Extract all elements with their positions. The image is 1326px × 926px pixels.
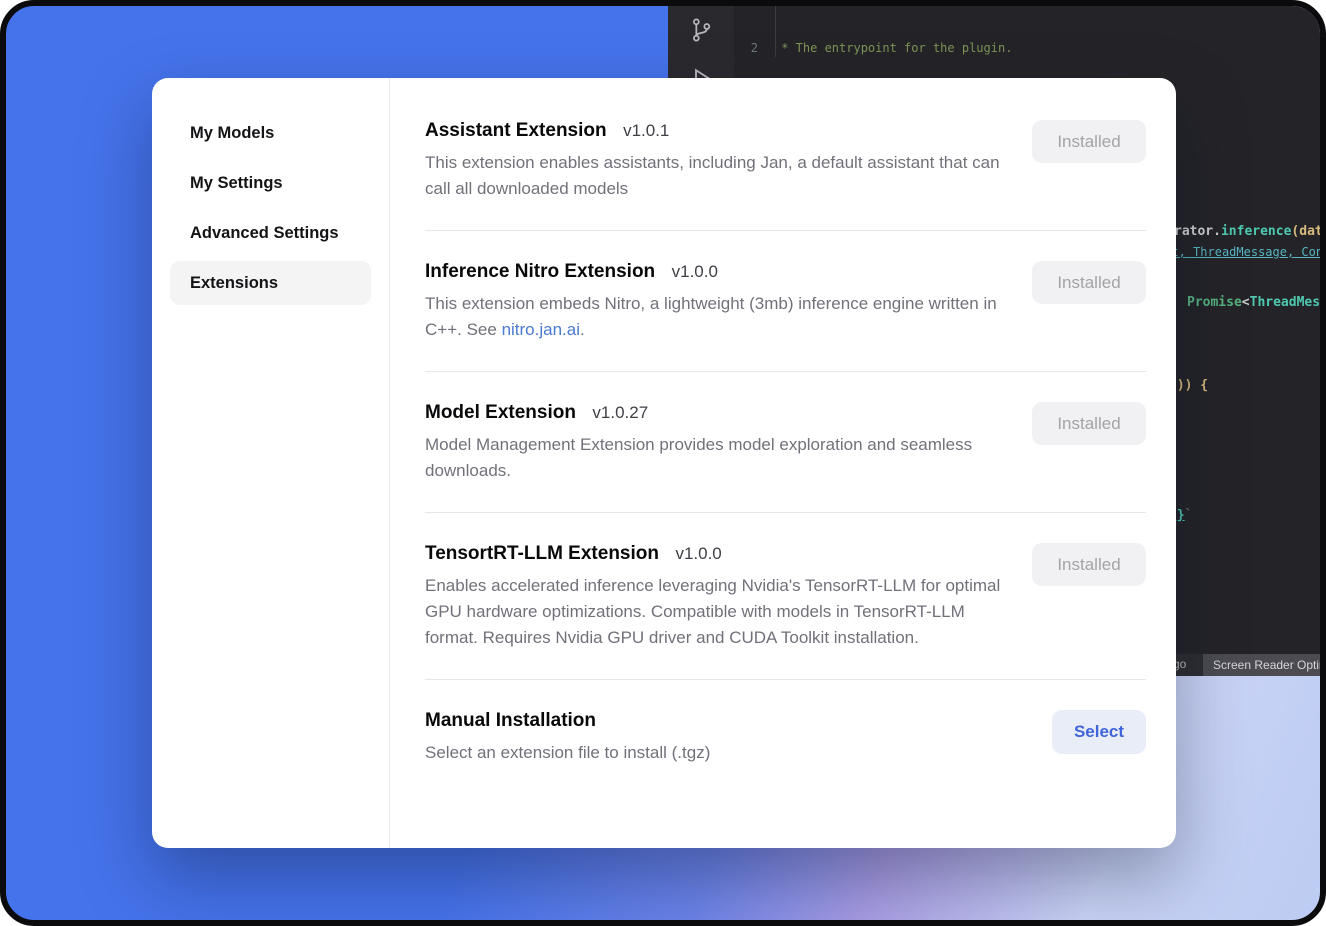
settings-modal: My Models My Settings Advanced Settings … xyxy=(152,78,1176,848)
manual-installation-title: Manual Installation xyxy=(425,710,596,731)
extension-description: Enables accelerated inference leveraging… xyxy=(425,573,1005,651)
code-fragment: rator.inference(data)); xyxy=(1174,224,1320,239)
extension-name: TensortRT-LLM Extension xyxy=(425,543,659,564)
extension-description: This extension enables assistants, inclu… xyxy=(425,150,1005,202)
sidebar-item-my-models[interactable]: My Models xyxy=(170,108,371,158)
extension-title-line: Manual Installation xyxy=(425,710,710,732)
extension-row-tensorrt: TensortRT-LLM Extension v1.0.0 Enables a… xyxy=(425,513,1146,680)
source-control-icon[interactable] xyxy=(687,16,715,44)
installed-button[interactable]: Installed xyxy=(1032,120,1146,163)
extension-row-nitro: Inference Nitro Extension v1.0.0 This ex… xyxy=(425,231,1146,372)
extension-title-line: TensortRT-LLM Extension v1.0.0 xyxy=(425,543,1005,565)
code-line: 2 * The entrypoint for the plugin. xyxy=(734,40,1320,57)
description-text: . xyxy=(580,320,585,339)
extension-version: v1.0.0 xyxy=(672,262,718,281)
sidebar-item-label: Extensions xyxy=(190,274,278,293)
extension-name: Assistant Extension xyxy=(425,120,607,141)
extension-name: Inference Nitro Extension xyxy=(425,261,655,282)
extension-title-line: Assistant Extension v1.0.1 xyxy=(425,120,1005,142)
extensions-list: Assistant Extension v1.0.1 This extensio… xyxy=(425,78,1146,848)
extension-name: Model Extension xyxy=(425,402,576,423)
gradient-background: 2 * The entrypoint for the plugin. 3 */ … xyxy=(0,0,1326,926)
extension-description: Model Management Extension provides mode… xyxy=(425,432,1005,484)
line-number: 2 xyxy=(734,40,758,57)
extension-version: v1.0.0 xyxy=(675,544,721,563)
screenshot-canvas: 2 * The entrypoint for the plugin. 3 */ … xyxy=(0,0,1326,926)
installed-button[interactable]: Installed xyxy=(1032,261,1146,304)
settings-sidebar: My Models My Settings Advanced Settings … xyxy=(152,78,390,848)
extension-description: This extension embeds Nitro, a lightweig… xyxy=(425,291,1005,343)
sidebar-item-extensions[interactable]: Extensions xyxy=(170,261,371,305)
nitro-jan-ai-link[interactable]: nitro.jan.ai xyxy=(502,320,580,339)
installed-button[interactable]: Installed xyxy=(1032,543,1146,586)
extension-row-assistant: Assistant Extension v1.0.1 This extensio… xyxy=(425,90,1146,231)
extension-row-model: Model Extension v1.0.27 Model Management… xyxy=(425,372,1146,513)
installed-button[interactable]: Installed xyxy=(1032,402,1146,445)
code-text: * The entrypoint for the plugin. xyxy=(774,40,1012,57)
screen-reader-optimized-badge[interactable]: Screen Reader Optimized xyxy=(1203,654,1320,676)
sidebar-item-label: Advanced Settings xyxy=(190,224,339,243)
manual-installation-row: Manual Installation Select an extension … xyxy=(425,680,1146,794)
sidebar-item-advanced-settings[interactable]: Advanced Settings xyxy=(170,208,371,258)
extension-version: v1.0.1 xyxy=(623,121,669,140)
sidebar-item-label: My Models xyxy=(190,124,274,143)
select-file-button[interactable]: Select xyxy=(1052,710,1146,754)
extension-title-line: Model Extension v1.0.27 xyxy=(425,402,1005,424)
code-fragment: Promise<ThreadMessage> xyxy=(1187,295,1320,310)
manual-installation-description: Select an extension file to install (.tg… xyxy=(425,740,710,766)
extension-title-line: Inference Nitro Extension v1.0.0 xyxy=(425,261,1005,283)
sidebar-item-my-settings[interactable]: My Settings xyxy=(170,158,371,208)
extension-version: v1.0.27 xyxy=(592,403,648,422)
sidebar-item-label: My Settings xyxy=(190,174,283,193)
